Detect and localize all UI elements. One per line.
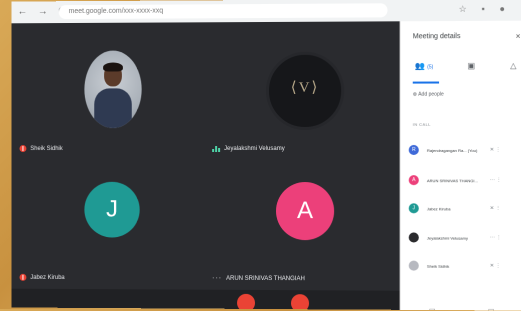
row-actions[interactable]: ✕ ⋮: [490, 205, 501, 211]
participant-tile[interactable]: Sheik Sidhik: [11, 22, 205, 160]
mic-toggle-button[interactable]: [237, 293, 256, 311]
meet-window: ← → C meet.google.com/xxx-xxxx-xxq ☆ ▪ ●…: [11, 0, 521, 311]
tab-chat[interactable]: ▣: [467, 61, 475, 70]
avatar: R: [408, 144, 419, 156]
row-actions[interactable]: ··· ⋮: [490, 177, 502, 183]
address-bar[interactable]: meet.google.com/xxx-xxxx-xxq: [58, 3, 388, 20]
participant-name: Jeyalakshmi Velusamy: [212, 146, 285, 153]
people-list-item[interactable]: Jeyalakshmi Velusamy ··· ⋮: [408, 230, 521, 244]
participant-logo: ⟨V⟩: [265, 51, 345, 130]
participant-tile[interactable]: J Jabez Kiruba: [11, 159, 205, 290]
add-person-icon: ⊕: [412, 91, 418, 98]
row-actions[interactable]: ··· ⋮: [490, 235, 502, 241]
section-label: IN CALL: [412, 121, 431, 127]
people-list-item[interactable]: J Jabez Kiruba ✕ ⋮: [408, 201, 521, 215]
browser-toolbar: ← → C meet.google.com/xxx-xxxx-xxq ☆ ▪ ●: [11, 0, 521, 24]
active-tab-indicator: [412, 81, 440, 84]
tab-people[interactable]: 👥 (5): [415, 61, 434, 70]
speaking-icon: [212, 146, 221, 153]
participant-name: ··· ARUN SRINIVAS THANGIAH: [212, 274, 305, 282]
panel-title: Meeting details: [412, 33, 461, 41]
row-actions[interactable]: ✕ ⋮: [490, 263, 501, 269]
chat-icon: ▣: [467, 61, 476, 71]
mic-off-icon: [19, 145, 27, 153]
participant-photo: [84, 50, 142, 129]
camera-toggle-button[interactable]: [291, 294, 310, 311]
call-controls: [11, 288, 400, 311]
footer-icon[interactable]: ▭: [429, 306, 436, 311]
tab-activities[interactable]: △: [510, 61, 516, 70]
footer-icon[interactable]: ▭: [488, 306, 495, 310]
people-list-item[interactable]: A ARUN SRINIVAS THANGI... ··· ⋮: [408, 173, 521, 187]
people-list-item[interactable]: R Rajendragangan Ra... (You) ✕ ⋮: [408, 143, 521, 157]
participant-tile[interactable]: A ··· ARUN SRINIVAS THANGIAH: [204, 159, 400, 291]
avatar: A: [408, 175, 419, 186]
mic-off-icon: [19, 273, 27, 281]
avatar: J: [408, 203, 419, 214]
activities-icon: △: [510, 61, 517, 71]
close-icon[interactable]: ×: [516, 32, 521, 41]
more-dots-icon: ···: [212, 274, 223, 282]
add-people-button[interactable]: ⊕ Add people: [413, 92, 444, 98]
people-list-item[interactable]: Sheik Sidhik ✕ ⋮: [408, 259, 521, 274]
row-actions[interactable]: ✕ ⋮: [490, 147, 501, 153]
panel-tabs: 👥 (5) ▣ △: [401, 59, 521, 78]
meeting-details-panel: Meeting details × 👥 (5) ▣ △ ⊕ Add people…: [399, 20, 521, 311]
participant-tile[interactable]: ⟨V⟩ Jeyalakshmi Velusamy: [204, 21, 400, 161]
extension-icons[interactable]: ☆ ▪ ●: [459, 4, 512, 15]
avatar: [408, 260, 419, 271]
participant-initial-avatar: J: [84, 181, 140, 238]
people-icon: 👥: [414, 61, 425, 71]
avatar: [408, 232, 419, 243]
participant-name: Sheik Sidhik: [19, 145, 63, 153]
participant-name: Jabez Kiruba: [19, 273, 65, 281]
participant-initial-avatar: A: [275, 182, 335, 241]
video-grid: Sheik Sidhik ⟨V⟩ Jeyalakshmi Velusamy J …: [11, 21, 400, 310]
